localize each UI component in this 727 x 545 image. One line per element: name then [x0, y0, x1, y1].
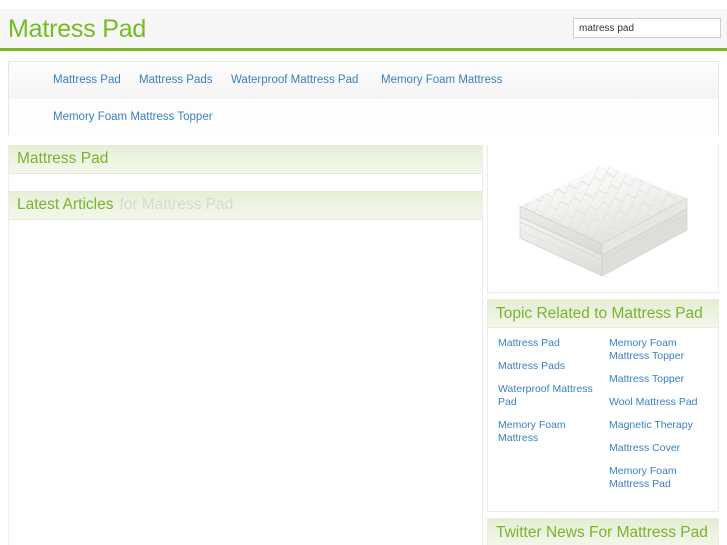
topic-links-left-column: Mattress Pad Mattress Pads Waterproof Ma…	[492, 337, 603, 501]
topic-link-mattress-pad[interactable]: Mattress Pad	[498, 337, 603, 350]
topic-link-memory-foam-mattress[interactable]: Memory Foam Mattress	[498, 419, 603, 445]
nav-row-1: Mattress Pad Mattress Pads Waterproof Ma…	[9, 62, 718, 99]
nav-link-mattress-pad[interactable]: Mattress Pad	[53, 73, 121, 87]
topic-related-header: Topic Related to Mattress Pad	[487, 299, 719, 328]
main-content-column: Mattress Pad Latest Articles for Mattres…	[8, 145, 483, 545]
topic-link-mattress-cover[interactable]: Mattress Cover	[609, 442, 714, 455]
primary-navigation: Mattress Pad Mattress Pads Waterproof Ma…	[8, 61, 719, 136]
topic-related-title: Topic Related to Mattress Pad	[496, 304, 703, 322]
topic-link-memory-foam-mattress-pad[interactable]: Memory Foam Mattress Pad	[609, 465, 714, 491]
nav-link-memory-foam-mattress-topper[interactable]: Memory Foam Mattress Topper	[53, 110, 213, 124]
twitter-news-title: Twitter News For Mattress Pad	[496, 523, 708, 541]
topic-link-wool-mattress-pad[interactable]: Wool Mattress Pad	[609, 396, 714, 409]
topic-link-waterproof-mattress-pad[interactable]: Waterproof Mattress Pad	[498, 383, 603, 409]
search-input[interactable]	[573, 18, 721, 38]
twitter-news-header: Twitter News For Mattress Pad	[487, 518, 719, 545]
latest-articles-suffix: for Mattress Pad	[119, 196, 234, 213]
latest-articles-label: Latest Articles	[17, 196, 114, 213]
product-image-box	[487, 145, 719, 293]
topic-link-magnetic-therapy[interactable]: Magnetic Therapy	[609, 419, 714, 432]
article-list	[9, 220, 482, 545]
site-logo[interactable]: Matress Pad	[8, 15, 146, 43]
site-header: Matress Pad Search	[0, 9, 727, 51]
nav-link-memory-foam-mattress[interactable]: Memory Foam Mattress	[381, 73, 502, 87]
page-title-text: Mattress Pad	[17, 150, 109, 167]
mattress-pad-image	[518, 162, 688, 277]
nav-link-mattress-pads[interactable]: Mattress Pads	[139, 73, 213, 87]
sidebar-column: Topic Related to Mattress Pad Mattress P…	[487, 145, 719, 545]
latest-articles-header: Latest Articles for Mattress Pad	[9, 191, 482, 220]
search-area: Search	[573, 18, 721, 40]
topic-link-mattress-pads[interactable]: Mattress Pads	[498, 360, 603, 373]
content-spacer	[9, 174, 482, 191]
topic-link-mattress-topper[interactable]: Mattress Topper	[609, 373, 714, 386]
topic-links-right-column: Memory Foam Mattress Topper Mattress Top…	[603, 337, 714, 501]
page-root: Matress Pad Search Mattress Pad Mattress…	[0, 0, 727, 545]
topic-link-memory-foam-mattress-topper[interactable]: Memory Foam Mattress Topper	[609, 337, 714, 363]
nav-link-waterproof-mattress-pad[interactable]: Waterproof Mattress Pad	[231, 73, 358, 87]
nav-row-2: Memory Foam Mattress Topper	[9, 99, 718, 136]
topic-related-links: Mattress Pad Mattress Pads Waterproof Ma…	[487, 328, 719, 512]
page-title: Mattress Pad	[9, 145, 482, 174]
